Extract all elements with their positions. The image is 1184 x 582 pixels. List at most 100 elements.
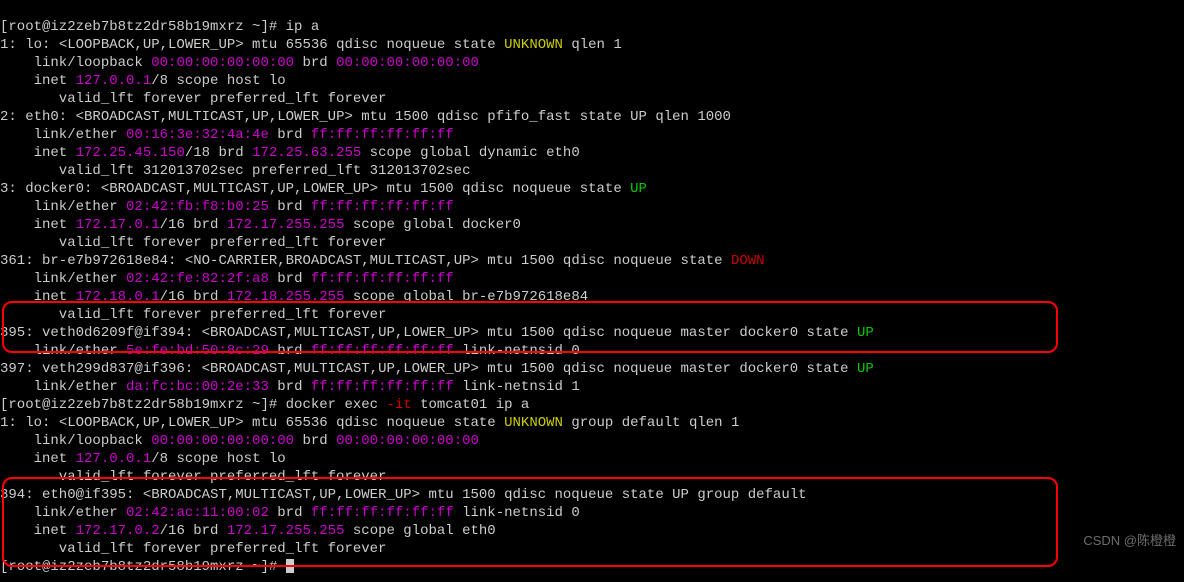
flag: -it (386, 397, 411, 413)
mac: 00:00:00:00:00:00 (151, 433, 294, 449)
t: brd (269, 505, 311, 521)
ip-addr: 172.25.45.150 (76, 145, 185, 161)
terminal-output: [root@iz2zeb7b8tz2dr58b19mxrz ~]# ip a 1… (0, 0, 1184, 576)
ip-brd: 172.18.255.255 (227, 289, 345, 305)
ip-brd: 172.25.63.255 (252, 145, 361, 161)
t: /8 scope host lo (151, 451, 285, 467)
t: brd (269, 127, 311, 143)
ip-addr: 172.17.0.1 (76, 217, 160, 233)
link-type: link/loopback (0, 433, 151, 449)
valid-lft: valid_lft forever preferred_lft forever (0, 541, 386, 557)
valid-lft: valid_lft forever preferred_lft forever (0, 469, 386, 485)
t: brd (269, 199, 311, 215)
iface-flags: <BROADCAST,MULTICAST,UP,LOWER_UP> (202, 361, 479, 377)
link-type: link/ether (0, 343, 126, 359)
iface-idx: 1: lo: (0, 415, 59, 431)
mac-brd: ff:ff:ff:ff:ff:ff (311, 127, 454, 143)
mac: 02:42:fb:f8:b0:25 (126, 199, 269, 215)
iface-flags: <BROADCAST,MULTICAST,UP,LOWER_UP> (202, 325, 479, 341)
t: scope global eth0 (344, 523, 495, 539)
t: brd (269, 379, 311, 395)
t: inet (0, 73, 76, 89)
t: mtu 65536 qdisc noqueue state (244, 415, 504, 431)
command: ip a (286, 19, 320, 35)
link-type: link/ether (0, 127, 126, 143)
ip-addr: 172.18.0.1 (76, 289, 160, 305)
mac: 02:42:ac:11:00:02 (126, 505, 269, 521)
t: scope global br-e7b972618e84 (344, 289, 588, 305)
mac: 00:16:3e:32:4a:4e (126, 127, 269, 143)
iface-idx: 395: veth0d6209f@if394: (0, 325, 202, 341)
mac: 5e:fe:bd:50:8c:29 (126, 343, 269, 359)
iface-state: DOWN (731, 253, 765, 269)
iface-state: UP (857, 361, 874, 377)
valid-lft: valid_lft forever preferred_lft forever (0, 91, 386, 107)
link-type: link/ether (0, 271, 126, 287)
watermark: CSDN @陈橙橙 (1083, 532, 1176, 550)
ip-brd: 172.17.255.255 (227, 523, 345, 539)
prompt: [root@iz2zeb7b8tz2dr58b19mxrz ~]# (0, 397, 286, 413)
t: inet (0, 217, 76, 233)
iface-flags: <BROADCAST,MULTICAST,UP,LOWER_UP> (143, 487, 420, 503)
t: mtu 1500 qdisc noqueue state (479, 253, 731, 269)
iface-idx: 1: lo: (0, 37, 59, 53)
link-type: link/ether (0, 199, 126, 215)
iface-flags: <BROADCAST,MULTICAST,UP,LOWER_UP> (76, 109, 353, 125)
t: brd (294, 433, 336, 449)
t: /8 scope host lo (151, 73, 285, 89)
iface-state: UNKNOWN (504, 37, 563, 53)
t: link-netnsid 0 (454, 505, 580, 521)
iface-flags: <NO-CARRIER,BROADCAST,MULTICAST,UP> (185, 253, 479, 269)
t: brd (294, 55, 336, 71)
cursor-icon[interactable] (286, 559, 294, 573)
iface-idx: 397: veth299d837@if396: (0, 361, 202, 377)
iface-idx: 361: br-e7b972618e84: (0, 253, 185, 269)
t: qlen 1 (563, 37, 622, 53)
iface-idx: 2: eth0: (0, 109, 76, 125)
iface-idx: 394: eth0@if395: (0, 487, 143, 503)
t: link-netnsid 1 (454, 379, 580, 395)
t: brd (269, 343, 311, 359)
ip-addr: 127.0.0.1 (76, 451, 152, 467)
t: mtu 1500 qdisc noqueue state (378, 181, 630, 197)
iface-idx: 3: docker0: (0, 181, 101, 197)
t: mtu 65536 qdisc noqueue state (244, 37, 504, 53)
mac: da:fc:bc:00:2e:33 (126, 379, 269, 395)
iface-flags: <BROADCAST,MULTICAST,UP,LOWER_UP> (101, 181, 378, 197)
prompt: [root@iz2zeb7b8tz2dr58b19mxrz ~]# (0, 19, 286, 35)
t: inet (0, 145, 76, 161)
iface-state: UP (857, 325, 874, 341)
mac-brd: 00:00:00:00:00:00 (336, 433, 479, 449)
iface-flags: <LOOPBACK,UP,LOWER_UP> (59, 415, 244, 431)
t: inet (0, 289, 76, 305)
mac: 00:00:00:00:00:00 (151, 55, 294, 71)
link-type: link/ether (0, 505, 126, 521)
mac-brd: ff:ff:ff:ff:ff:ff (311, 505, 454, 521)
prompt[interactable]: [root@iz2zeb7b8tz2dr58b19mxrz ~]# (0, 559, 286, 575)
ip-brd: 172.17.255.255 (227, 217, 345, 233)
command-args: tomcat01 ip a (412, 397, 530, 413)
t: link-netnsid 0 (454, 343, 580, 359)
iface-flags: <LOOPBACK,UP,LOWER_UP> (59, 37, 244, 53)
mac: 02:42:fe:82:2f:a8 (126, 271, 269, 287)
mac-brd: ff:ff:ff:ff:ff:ff (311, 199, 454, 215)
mac-brd: ff:ff:ff:ff:ff:ff (311, 343, 454, 359)
mac-brd: ff:ff:ff:ff:ff:ff (311, 271, 454, 287)
t: brd (269, 271, 311, 287)
t: inet (0, 451, 76, 467)
valid-lft: valid_lft 312013702sec preferred_lft 312… (0, 163, 470, 179)
t: scope global dynamic eth0 (361, 145, 579, 161)
t: mtu 1500 qdisc noqueue master docker0 st… (479, 325, 857, 341)
iface-state: UNKNOWN (504, 415, 563, 431)
command: docker exec (286, 397, 387, 413)
mac-brd: ff:ff:ff:ff:ff:ff (311, 379, 454, 395)
t: /18 brd (185, 145, 252, 161)
t: scope global docker0 (344, 217, 520, 233)
t: /16 brd (160, 523, 227, 539)
t: /16 brd (160, 217, 227, 233)
ip-addr: 172.17.0.2 (76, 523, 160, 539)
mac-brd: 00:00:00:00:00:00 (336, 55, 479, 71)
iface-state: UP (630, 181, 647, 197)
valid-lft: valid_lft forever preferred_lft forever (0, 235, 386, 251)
link-type: link/loopback (0, 55, 151, 71)
